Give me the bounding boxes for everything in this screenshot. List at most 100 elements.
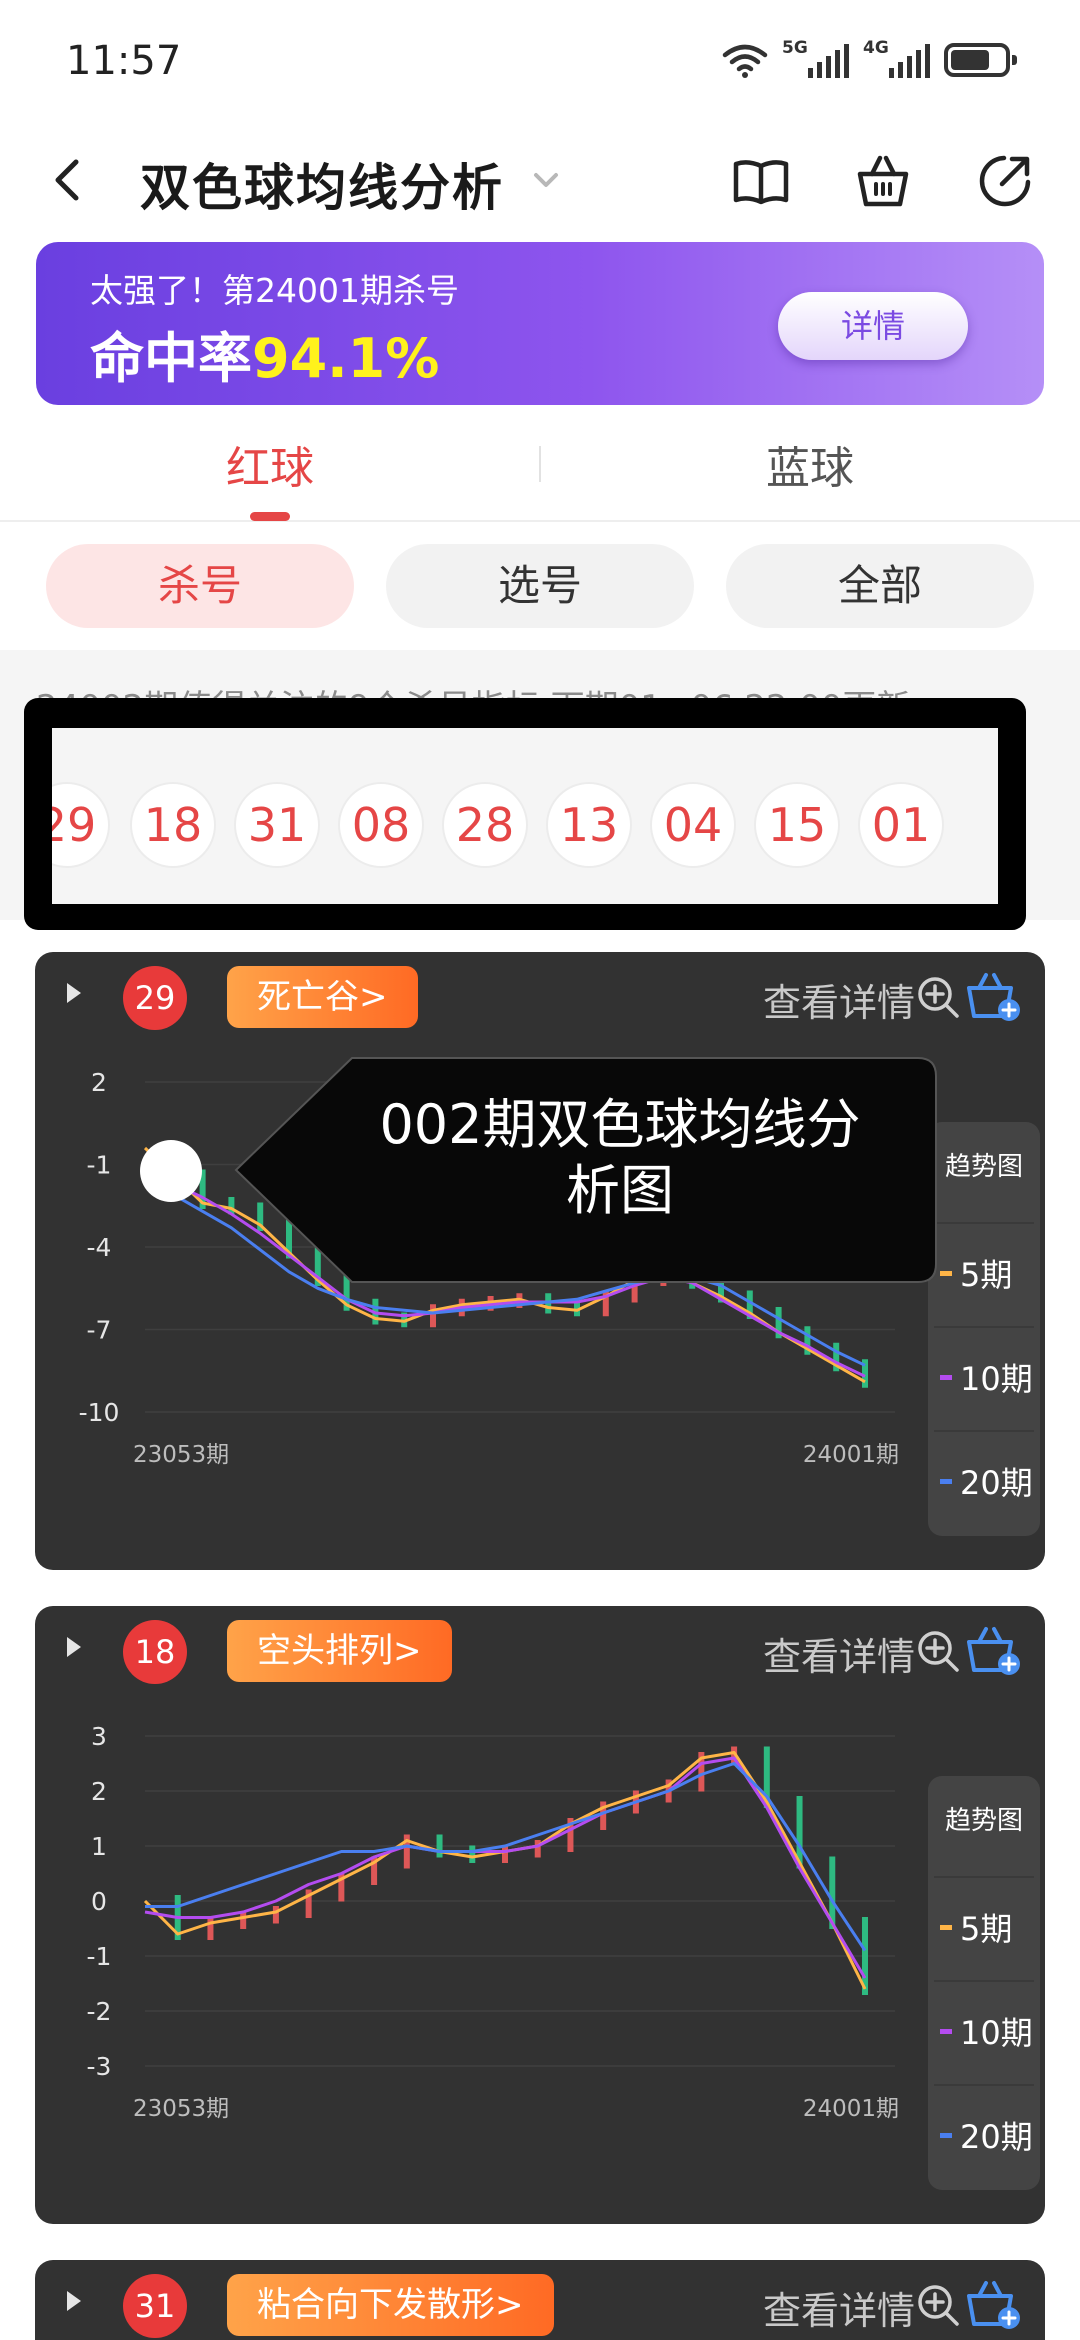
legend-item-20[interactable]: 20期 [928, 2112, 1040, 2158]
x-start-label: 23053期 [133, 1442, 229, 1468]
signal-5g-label: 5G [782, 38, 808, 58]
page-title[interactable]: 双色球均线分析 [140, 148, 504, 220]
kill-number-ball[interactable]: 28 [442, 782, 528, 868]
legend-divider [934, 2084, 1034, 2086]
chart-legend: 趋势图 5期 10期 20期 [928, 1776, 1040, 2190]
y-tick-label: -7 [87, 1316, 112, 1345]
book-icon[interactable] [730, 150, 792, 212]
y-tick-label: -1 [87, 1942, 112, 1971]
chart-marker-dot [140, 1140, 202, 1202]
filter-select-button[interactable]: 选号 [386, 544, 694, 628]
legend-swatch [940, 1270, 952, 1276]
y-tick-label: 0 [91, 1887, 107, 1916]
x-end-label: 24001期 [803, 1442, 899, 1468]
x-end-label: 24001期 [803, 2096, 899, 2122]
view-detail-link[interactable]: 查看详情 [763, 972, 915, 1027]
legend-title: 趋势图 [944, 1152, 1023, 1182]
y-tick-label: 3 [91, 1722, 107, 1751]
y-tick-label: -4 [87, 1233, 112, 1262]
candle-bar [436, 1834, 443, 1858]
kill-number-ball[interactable]: 13 [546, 782, 632, 868]
banner-hit-rate: 命中率94.1% [90, 314, 439, 393]
legend-item-5[interactable]: 5期 [928, 1904, 1040, 1950]
kill-number-ball[interactable]: 08 [338, 782, 424, 868]
expand-triangle-icon[interactable] [65, 1636, 83, 1658]
candle-bar [272, 1906, 279, 1924]
kill-number-ball[interactable]: 01 [858, 782, 944, 868]
signal-4g-label: 4G [863, 38, 889, 58]
y-tick-label: 1 [91, 1832, 107, 1861]
hit-rate-value: 94.1% [252, 327, 440, 390]
promo-banner[interactable]: 太强了！第24001期杀号 命中率94.1% 详情 [36, 242, 1044, 405]
legend-swatch [940, 1374, 952, 1380]
zoom-in-icon[interactable] [915, 2282, 961, 2328]
back-arrow-icon[interactable] [40, 150, 100, 210]
y-tick-label: -3 [87, 2052, 112, 2081]
view-detail-link[interactable]: 查看详情 [763, 2280, 915, 2335]
candle-bar [240, 1911, 247, 1929]
pattern-tag[interactable]: 空头排列> [227, 1620, 452, 1682]
legend-label: 20期 [960, 1464, 1033, 1502]
basket-icon[interactable] [852, 150, 914, 212]
filter-pills: 杀号 选号 全部 [0, 540, 1080, 640]
legend-swatch [940, 1924, 952, 1930]
tab-red-ball[interactable]: 红球 [0, 432, 540, 496]
legend-swatch [940, 2028, 952, 2034]
chevron-down-icon[interactable] [528, 162, 564, 198]
y-tick-label: 2 [91, 1777, 107, 1806]
add-to-basket-icon[interactable] [965, 970, 1023, 1024]
kill-number-list: 29 18 31 08 28 13 04 15 01 [52, 728, 998, 904]
ball-type-tabs: 红球 蓝球 [0, 420, 1080, 522]
add-to-basket-icon[interactable] [965, 1624, 1023, 1678]
kill-number-ball[interactable]: 04 [650, 782, 736, 868]
tooltip-text: 002期双色球均线分析图 [379, 1093, 861, 1222]
banner-subtitle: 太强了！第24001期杀号 [90, 271, 459, 310]
card-number-badge: 29 [123, 966, 187, 1030]
legend-title: 趋势图 [944, 1806, 1023, 1836]
legend-item-10[interactable]: 10期 [928, 1354, 1040, 1400]
kill-number-ball[interactable]: 18 [130, 782, 216, 868]
chart-legend: 趋势图 5期 10期 20期 [928, 1122, 1040, 1536]
battery-icon [944, 43, 1017, 77]
pattern-tag[interactable]: 粘合向下发散形> [227, 2274, 554, 2336]
analysis-card: 18 空头排列> 查看详情 3 2 1 0 -1 -2 -3 23053期 24001期 趋势图… [35, 1606, 1045, 2224]
wifi-icon [722, 44, 768, 78]
filter-all-button[interactable]: 全部 [726, 544, 1034, 628]
y-tick-label: -10 [79, 1398, 120, 1427]
signal-5g-icon: 5G [782, 38, 849, 78]
zoom-in-icon[interactable] [915, 1628, 961, 1674]
legend-label: 10期 [960, 2014, 1033, 2052]
pattern-tag[interactable]: 死亡谷> [227, 966, 418, 1028]
candle-bar [207, 1917, 214, 1940]
legend-label: 5期 [960, 1910, 1013, 1948]
legend-divider [934, 1430, 1034, 1432]
filter-kill-button[interactable]: 杀号 [46, 544, 354, 628]
status-time: 11:57 [66, 38, 182, 84]
legend-item-5[interactable]: 5期 [928, 1250, 1040, 1296]
card-number-badge: 31 [123, 2274, 187, 2338]
app-header: 双色球均线分析 [0, 130, 1080, 230]
zoom-in-icon[interactable] [915, 974, 961, 1020]
kill-number-ball[interactable]: 31 [234, 782, 320, 868]
legend-divider [934, 1326, 1034, 1328]
tab-blue-ball[interactable]: 蓝球 [540, 432, 1080, 496]
legend-divider [934, 1876, 1034, 1878]
trend-chart: 3 2 1 0 -1 -2 -3 23053期 24001期 [87, 1722, 899, 2122]
legend-divider [934, 1980, 1034, 1982]
add-to-basket-icon[interactable] [965, 2278, 1023, 2332]
y-tick-label: -2 [87, 1997, 112, 2026]
candle-bar [430, 1304, 436, 1328]
x-start-label: 23053期 [133, 2096, 229, 2122]
y-tick-label: -1 [87, 1151, 112, 1180]
expand-triangle-icon[interactable] [65, 982, 83, 1004]
expand-triangle-icon[interactable] [65, 2290, 83, 2312]
legend-item-20[interactable]: 20期 [928, 1458, 1040, 1504]
kill-number-ball[interactable]: 29 [52, 782, 110, 868]
share-icon[interactable] [974, 150, 1036, 212]
banner-detail-button[interactable]: 详情 [778, 292, 968, 360]
kill-number-ball[interactable]: 15 [754, 782, 840, 868]
card-number-badge: 18 [123, 1620, 187, 1684]
legend-item-10[interactable]: 10期 [928, 2008, 1040, 2054]
status-icons: 5G 4G [722, 38, 1017, 82]
view-detail-link[interactable]: 查看详情 [763, 1626, 915, 1681]
